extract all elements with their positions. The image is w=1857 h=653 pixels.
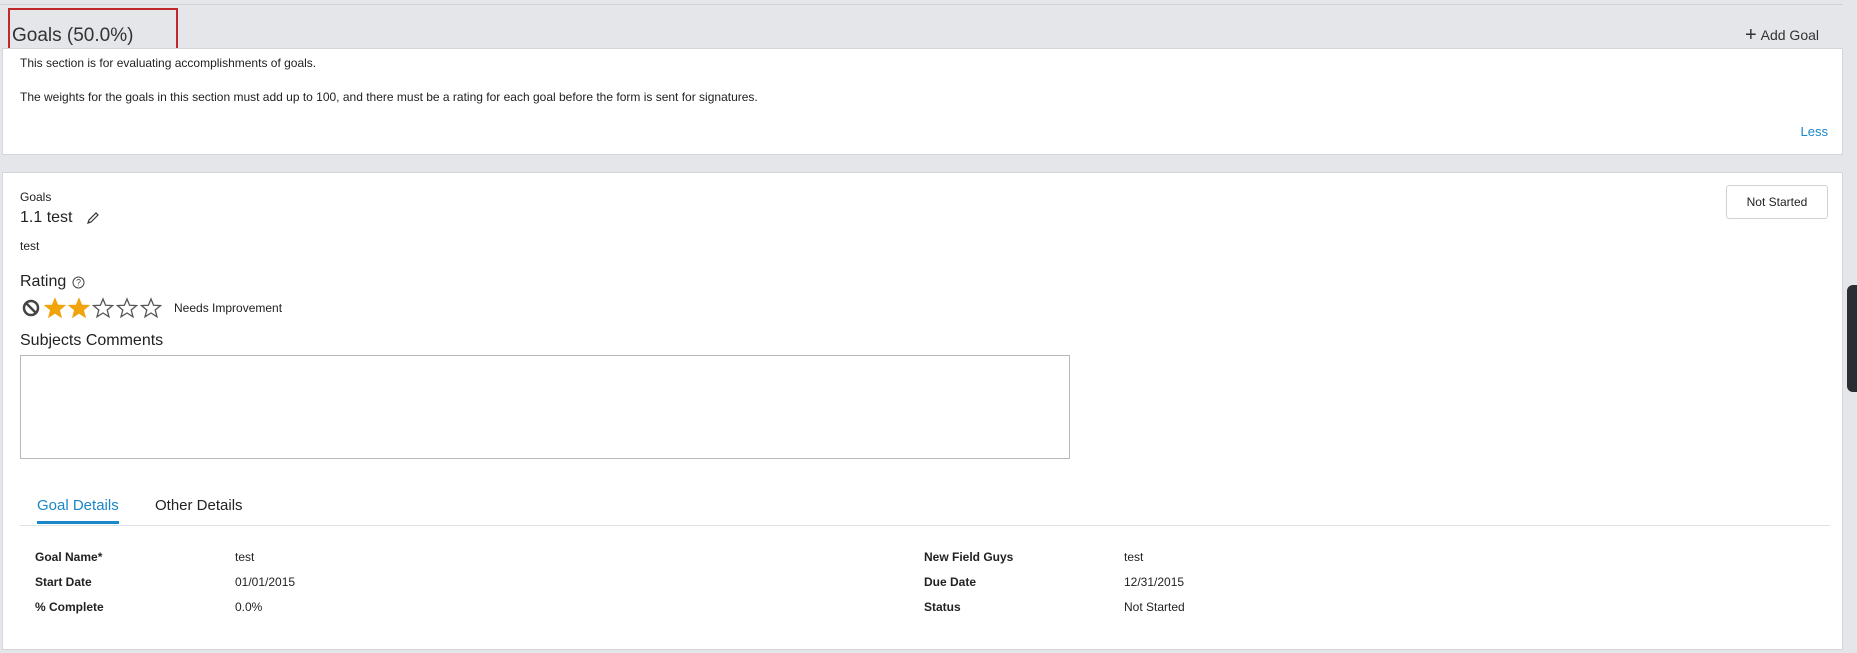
detail-value-start-date: 01/01/2015 (235, 575, 296, 589)
detail-label-percent-complete: % Complete (35, 600, 104, 614)
detail-tabs: Goal Details Other Details (20, 493, 1830, 526)
goal-title: 1.1 test (20, 209, 100, 227)
goal-category-label: Goals (20, 190, 52, 204)
star-empty-icon[interactable] (140, 297, 162, 319)
intro-text-1: This section is for evaluating accomplis… (20, 56, 317, 70)
detail-label-due-date: Due Date (924, 575, 977, 589)
rating-stars (44, 297, 162, 319)
tab-other-details[interactable]: Other Details (155, 497, 243, 521)
star-empty-icon[interactable] (92, 297, 114, 319)
svg-text:?: ? (76, 277, 81, 287)
add-goal-button[interactable]: + Add Goal (1744, 24, 1819, 46)
section-intro: This section is for evaluating accomplis… (2, 48, 1843, 155)
detail-label-new-field-guys: New Field Guys (924, 550, 1014, 564)
pencil-icon[interactable] (86, 211, 100, 225)
comments-label: Subjects Comments (20, 332, 164, 349)
star-filled-icon[interactable] (44, 297, 66, 319)
detail-value-status: Not Started (1124, 600, 1185, 614)
detail-value-new-field-guys: test (1124, 550, 1144, 564)
star-empty-icon[interactable] (116, 297, 138, 319)
detail-value-percent-complete: 0.0% (235, 600, 263, 614)
tab-goal-details[interactable]: Goal Details (37, 497, 119, 524)
detail-label-goal-name: Goal Name* (35, 550, 103, 564)
star-filled-icon[interactable] (68, 297, 90, 319)
section-header: Goals (50.0%) + Add Goal (0, 4, 1843, 49)
add-goal-label: Add Goal (1760, 27, 1819, 43)
rating-label: Rating ? (20, 273, 85, 291)
goal-card: Goals 1.1 test test Not Started Rating ?… (2, 172, 1843, 650)
rating-text: Needs Improvement (174, 301, 283, 315)
detail-label-start-date: Start Date (35, 575, 92, 589)
goal-title-text: 1.1 test (20, 209, 73, 226)
help-icon[interactable]: ? (72, 276, 85, 289)
less-link[interactable]: Less (1801, 124, 1828, 139)
detail-value-goal-name: test (235, 550, 255, 564)
detail-label-status: Status (924, 600, 961, 614)
detail-value-due-date: 12/31/2015 (1124, 575, 1185, 589)
side-drawer-handle[interactable] (1847, 285, 1857, 392)
goal-description: test (20, 239, 40, 253)
comments-textarea[interactable] (20, 355, 1070, 459)
rating-control: Needs Improvement (20, 297, 282, 319)
intro-text-2: The weights for the goals in this sectio… (20, 90, 758, 104)
plus-icon: + (1744, 24, 1757, 46)
rating-label-text: Rating (20, 273, 67, 290)
status-button[interactable]: Not Started (1726, 185, 1828, 219)
no-rating-icon[interactable] (20, 297, 42, 319)
